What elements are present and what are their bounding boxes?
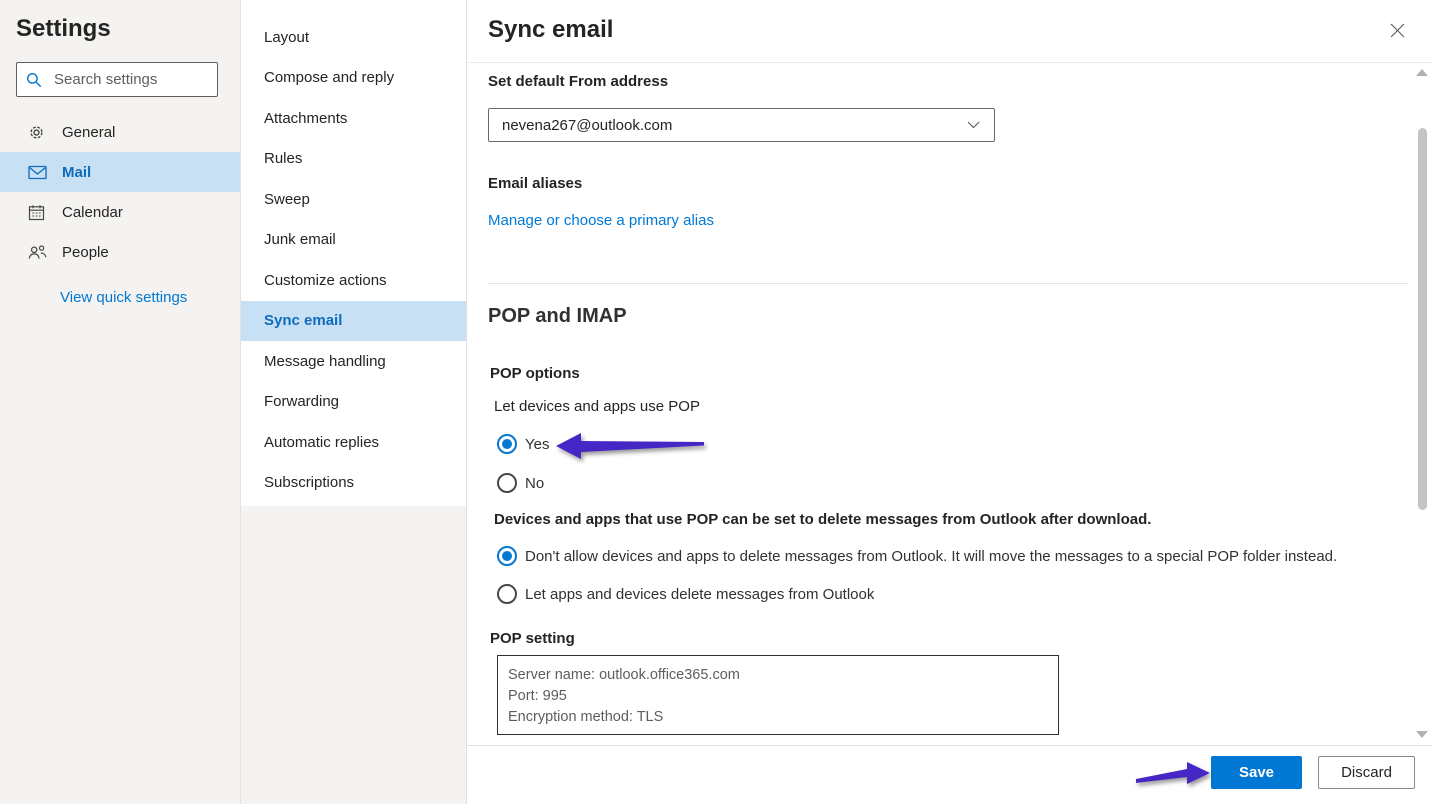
calendar-icon (28, 204, 62, 221)
section-divider (488, 283, 1408, 284)
nav-item-compose-and-reply[interactable]: Compose and reply (241, 58, 466, 99)
search-icon (26, 72, 42, 88)
radio-label: No (525, 475, 544, 492)
pop-imap-heading: POP and IMAP (488, 305, 627, 328)
radio-selected-icon[interactable] (497, 546, 517, 566)
nav-item-sync-email[interactable]: Sync email (241, 301, 466, 342)
search-settings-box[interactable] (16, 62, 218, 97)
from-address-label: Set default From address (488, 73, 668, 90)
sidebar-item-calendar[interactable]: Calendar (0, 192, 240, 232)
pop-setting-label: POP setting (490, 630, 575, 647)
pop-encryption-line: Encryption method: TLS (508, 707, 1048, 728)
chevron-down-icon (967, 121, 980, 129)
sidebar-item-mail[interactable]: Mail (0, 152, 240, 192)
nav-item-sweep[interactable]: Sweep (241, 179, 466, 220)
annotation-arrow-save (1134, 753, 1214, 796)
gear-icon (28, 124, 62, 141)
radio-label: Don't allow devices and apps to delete m… (525, 548, 1337, 565)
sidebar-items: General Mail (0, 112, 240, 272)
radio-label: Let apps and devices delete messages fro… (525, 586, 874, 603)
sidebar-item-label: Calendar (62, 204, 123, 221)
pop-server-line: Server name: outlook.office365.com (508, 665, 1048, 686)
search-input[interactable] (52, 70, 206, 89)
manage-alias-link[interactable]: Manage or choose a primary alias (488, 212, 714, 229)
scrollbar-down-arrow[interactable] (1416, 731, 1428, 738)
sidebar-item-people[interactable]: People (0, 232, 240, 272)
sidebar-item-label: Mail (62, 164, 91, 181)
sidebar-item-label: General (62, 124, 115, 141)
pop-port-line: Port: 995 (508, 686, 1048, 707)
sync-email-panel: Sync email Set default From address neve… (467, 0, 1432, 804)
radio-dont-allow-delete[interactable]: Don't allow devices and apps to delete m… (497, 546, 1337, 566)
radio-unselected-icon[interactable] (497, 584, 517, 604)
people-icon (28, 244, 62, 260)
radio-pop-yes[interactable]: Yes (497, 434, 549, 454)
view-quick-settings-link[interactable]: View quick settings (60, 289, 187, 306)
pop-options-label: POP options (490, 365, 580, 382)
settings-sidebar: Settings General (0, 0, 467, 804)
radio-pop-no[interactable]: No (497, 473, 544, 493)
nav-item-attachments[interactable]: Attachments (241, 98, 466, 139)
discard-button[interactable]: Discard (1318, 756, 1415, 789)
sidebar-item-general[interactable]: General (0, 112, 240, 152)
nav-item-junk-email[interactable]: Junk email (241, 220, 466, 261)
radio-let-delete[interactable]: Let apps and devices delete messages fro… (497, 584, 874, 604)
nav-item-customize-actions[interactable]: Customize actions (241, 260, 466, 301)
header-divider (467, 62, 1432, 63)
nav-item-automatic-replies[interactable]: Automatic replies (241, 422, 466, 463)
mail-icon (28, 165, 62, 180)
nav-item-rules[interactable]: Rules (241, 139, 466, 180)
save-button[interactable]: Save (1211, 756, 1302, 789)
sidebar-item-label: People (62, 244, 109, 261)
pop-delete-question: Devices and apps that use POP can be set… (494, 511, 1151, 528)
arrow-left-glyph (556, 433, 704, 459)
close-button[interactable] (1387, 20, 1407, 40)
nav-item-subscriptions[interactable]: Subscriptions (241, 463, 466, 504)
nav-item-forwarding[interactable]: Forwarding (241, 382, 466, 423)
settings-title: Settings (16, 15, 111, 43)
from-address-value: nevena267@outlook.com (502, 117, 672, 134)
radio-label: Yes (525, 436, 549, 453)
radio-unselected-icon[interactable] (497, 473, 517, 493)
scrollbar-thumb[interactable] (1418, 128, 1427, 510)
nav-item-message-handling[interactable]: Message handling (241, 341, 466, 382)
nav-item-layout[interactable]: Layout (241, 17, 466, 58)
pop-enabled-question: Let devices and apps use POP (494, 398, 700, 415)
outlook-settings-window: Settings General (0, 0, 1432, 804)
page-title: Sync email (488, 16, 613, 44)
close-icon (1390, 23, 1405, 38)
radio-selected-icon[interactable] (497, 434, 517, 454)
scrollbar-up-arrow[interactable] (1416, 69, 1428, 76)
from-address-dropdown[interactable]: nevena267@outlook.com (488, 108, 995, 142)
email-aliases-label: Email aliases (488, 175, 582, 192)
column-divider (240, 0, 241, 804)
annotation-arrow-yes (552, 428, 708, 467)
pop-setting-box: Server name: outlook.office365.com Port:… (497, 655, 1059, 735)
mail-settings-nav: Layout Compose and reply Attachments Rul… (241, 0, 466, 506)
footer-divider (467, 745, 1432, 746)
arrow-right-glyph (1136, 762, 1210, 784)
